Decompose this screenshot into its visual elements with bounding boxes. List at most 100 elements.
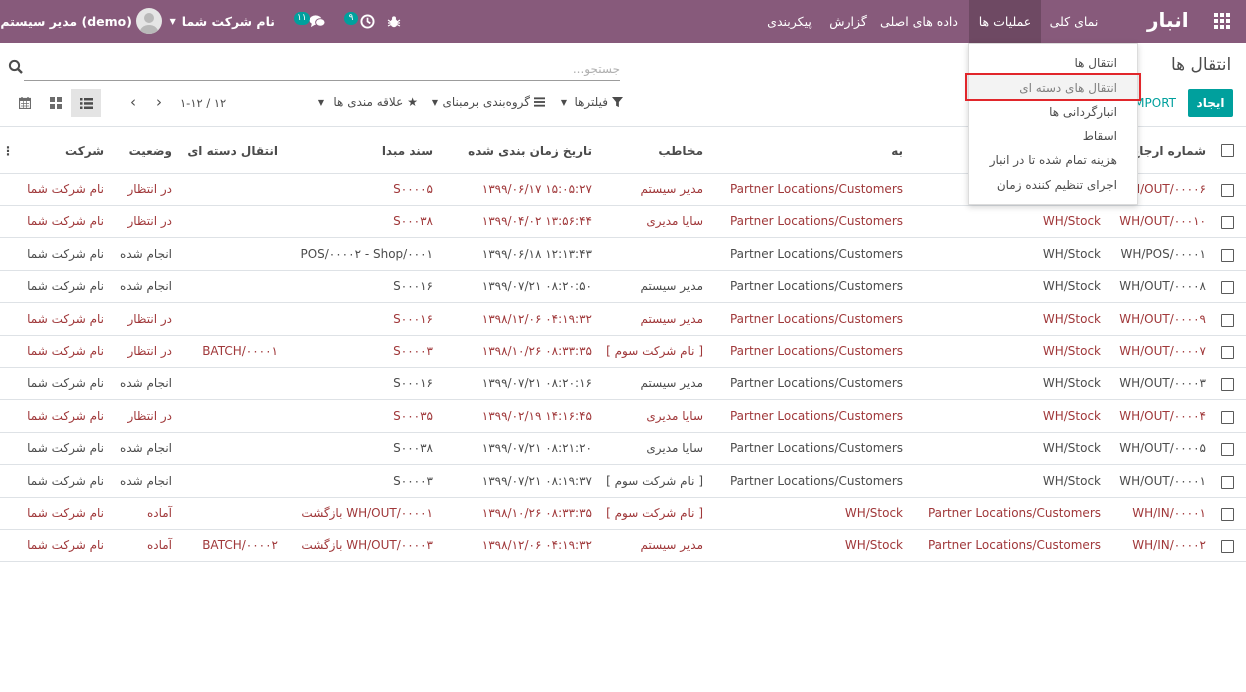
cell-scheduled-date: ۱۳۹۸/۱۲/۰۶ ۰۴:۱۹:۳۲ [481, 311, 592, 326]
cell-to: Partner Locations/Customers [729, 214, 903, 229]
menu-reporting[interactable]: گزارش [822, 0, 874, 43]
cell-status: انجام شده [120, 441, 172, 456]
row-checkbox[interactable] [1221, 313, 1234, 327]
avatar[interactable] [136, 8, 162, 34]
cell-reference: WH/OUT/۰۰۰۰۷ [1119, 344, 1206, 358]
cell-source-document: POS/۰۰۰۰۲ - Shop/۰۰۰۱ [300, 246, 433, 261]
cell-scheduled-date: ۱۳۹۹/۰۷/۲۱ ۰۸:۱۹:۳۷ [481, 473, 592, 488]
pager-previous-icon[interactable]: ‹ [126, 94, 140, 110]
row-checkbox[interactable] [1221, 281, 1234, 295]
favorites-button[interactable]: ★ علاقه مندی ها [330, 92, 418, 112]
table-row[interactable]: WH/OUT/۰۰۰۰۹ WH/Stock Partner Locations/Cu… [0, 304, 1246, 336]
create-button[interactable]: ایجاد [1188, 89, 1233, 117]
cell-reference: WH/IN/۰۰۰۰۱ [1132, 506, 1206, 520]
cell-scheduled-date: ۱۳۹۹/۰۷/۲۱ ۰۸:۲۱:۲۰ [481, 441, 592, 456]
cell-from: WH/Stock [1042, 279, 1101, 294]
company-name: نام شرکت شما [181, 14, 275, 29]
row-checkbox[interactable] [1221, 346, 1234, 359]
cell-source-document: S۰۰۰۰۵ [393, 182, 433, 196]
pager-next-icon[interactable]: › [152, 94, 166, 110]
column-to[interactable]: به [891, 144, 903, 158]
cell-status: در انتظار [127, 344, 172, 358]
chevron-down-icon: ▼ [169, 17, 176, 26]
cell-contact: مدیر سیستم [640, 538, 704, 553]
column-batch-transfer[interactable]: انتقال دسته ای [187, 144, 278, 158]
row-checkbox[interactable] [1221, 540, 1234, 554]
cell-source-document: S۰۰۰۳۸ [393, 441, 433, 456]
app-brand[interactable]: انبار [1147, 8, 1189, 32]
table-row[interactable]: WH/IN/۰۰۰۰۲ Partner Locations/Customers WH… [0, 530, 1246, 563]
cell-to: Partner Locations/Customers [729, 441, 903, 456]
cell-reference: WH/POS/۰۰۰۰۱ [1120, 246, 1207, 261]
groupby-icon [534, 97, 545, 107]
company-switcher[interactable]: ▼ نام شرکت شما [170, 0, 275, 43]
table-row[interactable]: WH/OUT/۰۰۰۰۷ WH/Stock Partner Locations/Cu… [0, 336, 1246, 368]
groupby-button[interactable]: گروه‌بندی برمبنای [442, 92, 545, 112]
row-checkbox[interactable] [1221, 216, 1234, 230]
cell-to: Partner Locations/Customers [729, 182, 903, 196]
row-checkbox[interactable] [1221, 248, 1234, 262]
table-row[interactable]: WH/OUT/۰۰۰۰۱ WH/Stock Partner Locations/Cu… [0, 466, 1246, 498]
cell-from: WH/Stock [1042, 311, 1101, 326]
column-scheduled-date[interactable]: تاریخ زمان بندی شده [468, 144, 592, 158]
dropdown-item-landed-costs[interactable]: هزینه تمام شده تا در انبار [990, 153, 1117, 167]
cell-scheduled-date: ۱۳۹۹/۰۴/۰۲ ۱۳:۵۶:۴۴ [481, 214, 592, 229]
column-contact[interactable]: مخاطب [658, 144, 703, 158]
cell-scheduled-date: ۱۳۹۸/۱۲/۰۶ ۰۴:۱۹:۳۲ [481, 538, 592, 553]
page-title: انتقال ها [1171, 55, 1232, 75]
user-menu[interactable]: ▼ مدیر سیستم (demo) [0, 0, 132, 43]
filters-button[interactable]: فیلترها [571, 92, 623, 112]
list-view-button[interactable] [71, 89, 101, 117]
pager-value[interactable]: ۱-۱۲ / ۱۲ [180, 96, 226, 110]
cell-contact: مدیر سیستم [640, 376, 704, 391]
table-row[interactable]: WH/OUT/۰۰۰۰۴ WH/Stock Partner Locations/Cu… [0, 401, 1246, 433]
cell-contact: [ نام شرکت سوم ] [606, 473, 703, 488]
kanban-view-button[interactable] [41, 89, 71, 117]
search-input[interactable] [24, 59, 620, 79]
dropdown-item-run-scheduler[interactable]: اجرای تنظیم کننده زمان [997, 178, 1117, 192]
column-reference[interactable]: شماره ارجاع [1131, 144, 1206, 158]
row-checkbox[interactable] [1221, 508, 1234, 521]
cell-status: در انتظار [127, 182, 172, 196]
apps-grid-icon[interactable] [1214, 13, 1232, 29]
cell-from: WH/Stock [1042, 473, 1101, 488]
menu-operations[interactable]: عملیات ها [969, 0, 1041, 43]
search-icon[interactable] [8, 59, 24, 75]
search-underline [24, 80, 620, 81]
dropdown-item-scrap[interactable]: اسقاط [1083, 129, 1117, 143]
row-checkbox[interactable] [1221, 378, 1234, 392]
bug-icon[interactable] [384, 0, 404, 43]
row-checkbox[interactable] [1221, 184, 1234, 197]
table-row[interactable]: WH/OUT/۰۰۰۰۵ WH/Stock Partner Locations/Cu… [0, 433, 1246, 466]
table-row[interactable]: WH/OUT/۰۰۰۰۳ WH/Stock Partner Locations/Cu… [0, 368, 1246, 401]
cell-source-document: S۰۰۰۳۸ [393, 214, 433, 229]
cell-scheduled-date: ۱۳۹۹/۰۲/۱۹ ۱۴:۱۶:۴۵ [481, 408, 592, 423]
dropdown-item-inventory-adjustments[interactable]: انبارگردانی ها [1049, 105, 1117, 119]
top-navbar: انبار نمای کلی عملیات ها داده های اصلی گ… [0, 0, 1246, 43]
cell-scheduled-date: ۱۳۹۸/۱۰/۲۶ ۰۸:۳۳:۳۵ [481, 506, 592, 520]
cell-source-document: S۰۰۰۰۳ [393, 344, 433, 358]
cell-status: در انتظار [127, 408, 172, 423]
optional-columns-icon[interactable]: ⋮ [2, 144, 14, 158]
row-checkbox[interactable] [1221, 475, 1234, 489]
cell-reference: WH/OUT/۰۰۰۰۹ [1119, 311, 1206, 326]
table-row[interactable]: WH/OUT/۰۰۰۱۰ WH/Stock Partner Locations/Cu… [0, 206, 1246, 239]
column-status[interactable]: وضعیت [129, 144, 172, 158]
cell-scheduled-date: ۱۳۹۸/۱۰/۲۶ ۰۸:۳۳:۳۵ [481, 344, 592, 358]
cell-source-document: S۰۰۰۳۵ [393, 408, 433, 423]
cell-source-document: S۰۰۰۱۶ [393, 311, 433, 326]
row-checkbox[interactable] [1221, 410, 1234, 424]
dropdown-item-transfers[interactable]: انتقال ها [1074, 56, 1117, 70]
menu-overview[interactable]: نمای کلی [1041, 0, 1107, 43]
table-row[interactable]: WH/OUT/۰۰۰۰۸ WH/Stock Partner Locations/Cu… [0, 271, 1246, 304]
column-source-document[interactable]: سند مبدا [382, 144, 433, 158]
column-company[interactable]: شرکت [65, 144, 104, 158]
table-row[interactable]: WH/POS/۰۰۰۰۱ WH/Stock Partner Locations/Cu… [0, 239, 1246, 271]
calendar-view-button[interactable] [10, 89, 40, 117]
row-checkbox[interactable] [1221, 443, 1234, 457]
select-all-checkbox[interactable] [1221, 144, 1234, 157]
menu-configuration[interactable]: پیکربندی [757, 0, 822, 43]
table-row[interactable]: WH/IN/۰۰۰۰۱ Partner Locations/Customers WH… [0, 498, 1246, 530]
menu-master-data[interactable]: داده های اصلی [874, 0, 964, 43]
cell-status: آماده [146, 506, 172, 520]
